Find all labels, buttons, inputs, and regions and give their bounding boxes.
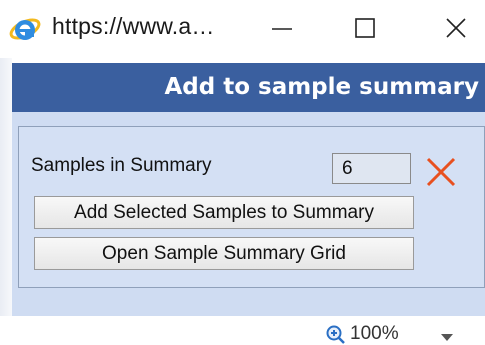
open-sample-summary-grid-button[interactable]: Open Sample Summary Grid <box>34 237 414 270</box>
maximize-button[interactable] <box>345 8 385 48</box>
left-shadow-edge <box>0 58 12 316</box>
samples-count-field: 6 <box>332 153 411 184</box>
minimize-button[interactable] <box>262 8 302 48</box>
dialog-content: Add to sample summary Samples in Summary… <box>0 58 485 345</box>
maximize-icon <box>355 18 375 38</box>
samples-in-summary-label: Samples in Summary <box>31 155 212 176</box>
minimize-icon <box>272 28 292 30</box>
chevron-down-icon[interactable] <box>440 332 454 342</box>
clear-summary-button[interactable] <box>425 157 457 187</box>
close-window-button[interactable] <box>436 8 476 48</box>
add-selected-samples-button[interactable]: Add Selected Samples to Summary <box>34 196 414 229</box>
red-x-icon <box>426 157 456 187</box>
internet-explorer-icon <box>9 18 41 40</box>
zoom-level: 100% <box>350 323 399 344</box>
dialog-header: Add to sample summary <box>12 63 485 112</box>
zoom-magnifier-icon <box>326 325 345 344</box>
window-title-bar: https://www.a… <box>0 0 485 58</box>
window-title: https://www.a… <box>52 13 215 39</box>
close-icon <box>446 18 466 38</box>
status-bar <box>0 316 485 345</box>
